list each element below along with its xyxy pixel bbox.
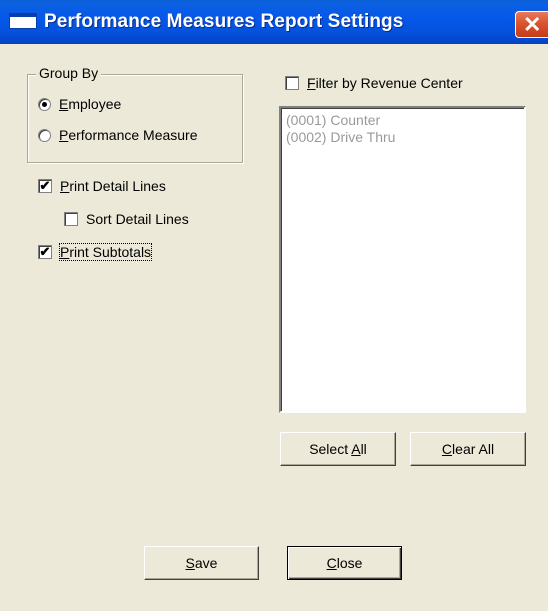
save-button[interactable]: Save xyxy=(144,546,259,580)
sort-detail-lines-checkbox[interactable] xyxy=(64,212,78,226)
select-all-button[interactable]: Select All xyxy=(280,432,396,466)
sort-detail-lines-label: Sort Detail Lines xyxy=(86,211,189,227)
radio-button-performance-measure[interactable] xyxy=(38,128,51,142)
check-mark-icon: ✔ xyxy=(39,178,51,193)
check-mark-icon: ✔ xyxy=(39,244,51,259)
close-icon: ✕ xyxy=(523,12,542,37)
clear-all-label: Clear All xyxy=(441,441,495,457)
close-window-button[interactable]: ✕ xyxy=(515,11,548,38)
filter-by-revenue-center-label: Filter by Revenue Center xyxy=(307,75,463,91)
dialog-window: Performance Measures Report Settings ✕ G… xyxy=(0,0,548,611)
print-detail-lines-label: Print Detail Lines xyxy=(60,178,166,194)
print-subtotals-option[interactable]: ✔ Print Subtotals xyxy=(38,243,153,261)
group-by-groupbox xyxy=(27,74,243,163)
select-all-label: Select All xyxy=(309,441,367,457)
radio-employee-label: Employee xyxy=(59,96,122,112)
filter-by-revenue-center-checkbox[interactable] xyxy=(285,76,299,90)
save-label: Save xyxy=(185,555,218,571)
filter-by-revenue-center-option[interactable]: Filter by Revenue Center xyxy=(285,75,463,91)
list-item[interactable]: (0002) Drive Thru xyxy=(286,129,395,145)
radio-performance-measure[interactable]: Performance Measure xyxy=(38,127,198,143)
print-subtotals-label: Print Subtotals xyxy=(58,243,153,261)
radio-performance-measure-label: Performance Measure xyxy=(59,127,198,143)
window-title: Performance Measures Report Settings xyxy=(44,11,404,32)
close-button[interactable]: Close xyxy=(287,546,402,580)
group-by-label: Group By xyxy=(36,64,102,82)
sort-detail-lines-option[interactable]: Sort Detail Lines xyxy=(64,211,189,227)
title-bar[interactable]: Performance Measures Report Settings ✕ xyxy=(0,0,548,44)
list-item[interactable]: (0001) Counter xyxy=(286,112,380,128)
radio-employee[interactable]: Employee xyxy=(38,96,121,112)
print-detail-lines-option[interactable]: ✔ Print Detail Lines xyxy=(38,178,166,194)
close-label: Close xyxy=(326,555,363,571)
radio-button-employee[interactable] xyxy=(38,97,51,111)
print-detail-lines-checkbox[interactable]: ✔ xyxy=(38,179,52,193)
window-icon xyxy=(9,13,37,29)
print-subtotals-checkbox[interactable]: ✔ xyxy=(38,245,52,259)
revenue-center-list[interactable]: (0001) Counter (0002) Drive Thru xyxy=(279,106,526,413)
clear-all-button[interactable]: Clear All xyxy=(410,432,526,466)
